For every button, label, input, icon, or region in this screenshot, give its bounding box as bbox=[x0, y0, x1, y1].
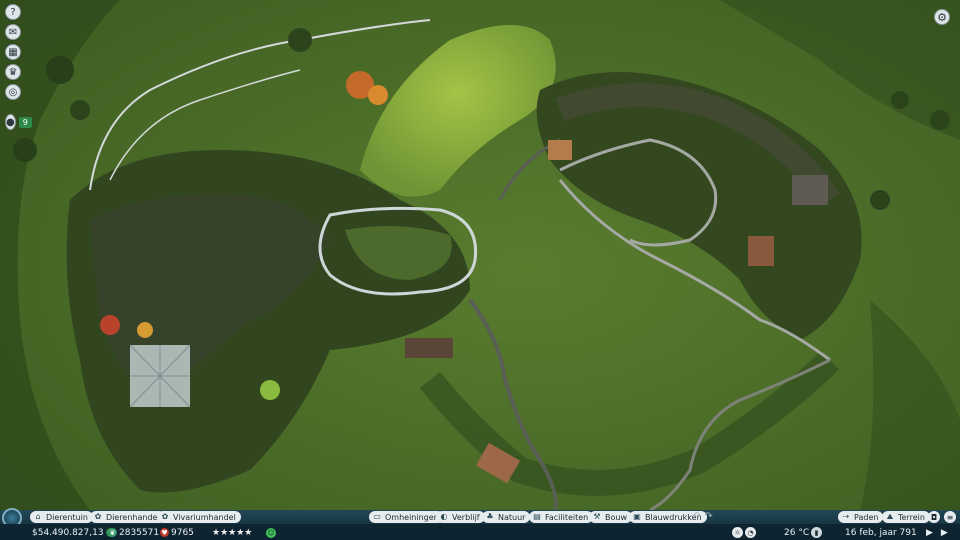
redo-icon[interactable]: ↷ bbox=[704, 511, 712, 522]
credits-value: 2835571 bbox=[119, 527, 160, 538]
date-display: 16 feb, jaar 791 bbox=[845, 527, 917, 538]
staff-button[interactable]: ● bbox=[5, 114, 16, 130]
tab-label: Bouw bbox=[605, 512, 627, 522]
tab-label: Faciliteiten bbox=[545, 512, 589, 522]
left-toolbar: ? ✉ ▦ ♛ ◎ ● 9 bbox=[5, 4, 32, 130]
tab-label: Paden bbox=[854, 512, 879, 522]
camera-button[interactable]: ◘ bbox=[928, 511, 940, 523]
smiley-icon: ☺ bbox=[266, 527, 276, 538]
fast-forward-icon[interactable]: ▶ bbox=[941, 528, 948, 538]
staff-count-badge: 9 bbox=[18, 116, 32, 128]
blueprint-icon: ▣ bbox=[633, 512, 641, 521]
tab-label: Dierenhandel bbox=[106, 512, 160, 522]
bottom-tab-bar: ⌂ Dierentuin ✿ Dierenhandel ✿ Vivariumha… bbox=[0, 510, 960, 524]
challenges-button[interactable]: ♛ bbox=[5, 64, 21, 80]
weather-icon[interactable]: ☼ bbox=[732, 527, 743, 538]
objectives-button[interactable]: ◎ bbox=[5, 84, 21, 100]
tab-bouw[interactable]: ⚒ Bouw bbox=[589, 511, 632, 523]
tab-label: Omheiningen bbox=[385, 512, 439, 522]
status-bar: $54.490.827,13 + ❦ 2835571 ♥ 9765 ★★★★★ … bbox=[0, 524, 960, 540]
tab-terrein[interactable]: ⛰ Terrein bbox=[882, 511, 930, 523]
help-button[interactable]: ? bbox=[5, 4, 21, 20]
overlay-button[interactable]: ≡ bbox=[944, 511, 956, 523]
tab-natuur[interactable]: ♣ Natuur bbox=[482, 511, 531, 523]
tab-label: Terrein bbox=[898, 512, 925, 522]
zoo-rating[interactable]: ★★★★★ bbox=[212, 527, 252, 538]
weather-controls: ☼ ◔ bbox=[732, 527, 756, 538]
thermometer-icon: ▮ bbox=[811, 527, 823, 538]
lizard-icon: ✿ bbox=[161, 512, 169, 521]
habitat-icon: ◐ bbox=[440, 512, 448, 521]
messages-button[interactable]: ✉ bbox=[5, 24, 21, 40]
inbox-icon: ✉ bbox=[8, 26, 18, 38]
money-display[interactable]: $54.490.827,13 + bbox=[32, 527, 115, 538]
tab-label: Verblijf bbox=[452, 512, 480, 522]
question-icon: ? bbox=[10, 6, 16, 18]
management-button[interactable]: ▦ bbox=[5, 44, 21, 60]
leaf-icon: ❦ bbox=[108, 528, 117, 537]
paw-icon: ✿ bbox=[94, 512, 102, 521]
shop-icon: ▤ bbox=[533, 512, 541, 521]
play-icon[interactable]: ▶ bbox=[926, 528, 933, 538]
conservation-credits-display[interactable]: ❦ 2835571 bbox=[108, 527, 159, 538]
terrain-icon: ⛰ bbox=[886, 512, 894, 521]
time-icon[interactable]: ◔ bbox=[745, 527, 756, 538]
camera-icon: ◘ bbox=[930, 512, 938, 522]
layers-icon: ≡ bbox=[946, 512, 954, 522]
tab-verblijf[interactable]: ◐ Verblijf bbox=[436, 511, 485, 523]
tab-dierenhandel[interactable]: ✿ Dierenhandel bbox=[90, 511, 165, 523]
staff-count[interactable]: ● 9 bbox=[5, 114, 32, 130]
tree-icon: ♣ bbox=[486, 512, 494, 521]
tab-label: Dierentuin bbox=[46, 512, 88, 522]
tab-dierentuin[interactable]: ⌂ Dierentuin bbox=[30, 511, 93, 523]
calendar-icon: ▦ bbox=[8, 46, 18, 58]
trophy-icon: ♛ bbox=[8, 66, 18, 78]
temperature-value: 26 °C bbox=[784, 527, 810, 538]
speed-controls: ▶ ▶ bbox=[926, 527, 948, 538]
guest-count-display[interactable]: ♥ 9765 bbox=[160, 527, 194, 538]
tab-label: Natuur bbox=[498, 512, 526, 522]
person-icon: ● bbox=[6, 116, 15, 128]
undo-icon[interactable]: ↶ bbox=[692, 511, 700, 522]
tab-label: Vivariumhandel bbox=[173, 512, 236, 522]
tab-paden[interactable]: ⇢ Paden bbox=[838, 511, 884, 523]
tab-omheiningen[interactable]: ▭ Omheiningen bbox=[369, 511, 444, 523]
gear-icon: ⚙ bbox=[937, 10, 947, 24]
temperature-display: 26 °C ▮ bbox=[784, 527, 823, 538]
heart-icon: ♥ bbox=[160, 528, 169, 537]
target-icon: ◎ bbox=[8, 86, 18, 98]
tab-vivariumhandel[interactable]: ✿ Vivariumhandel bbox=[157, 511, 241, 523]
path-icon: ⇢ bbox=[842, 512, 850, 521]
star-rating: ★★★★★ bbox=[212, 527, 253, 538]
money-value: $54.490.827,13 bbox=[32, 527, 104, 538]
date-value: 16 feb, jaar 791 bbox=[845, 527, 917, 538]
undo-redo-group: ↶ ↷ bbox=[692, 511, 713, 522]
settings-button[interactable]: ⚙ bbox=[934, 9, 950, 25]
happiness-indicator[interactable]: ☺ bbox=[266, 527, 276, 538]
tab-faciliteiten[interactable]: ▤ Faciliteiten bbox=[529, 511, 594, 523]
fence-icon: ▭ bbox=[373, 512, 381, 521]
hammer-icon: ⚒ bbox=[593, 512, 601, 521]
guest-count-value: 9765 bbox=[171, 527, 194, 538]
zoo-icon: ⌂ bbox=[35, 512, 41, 521]
zoo-world-view[interactable] bbox=[0, 0, 960, 540]
